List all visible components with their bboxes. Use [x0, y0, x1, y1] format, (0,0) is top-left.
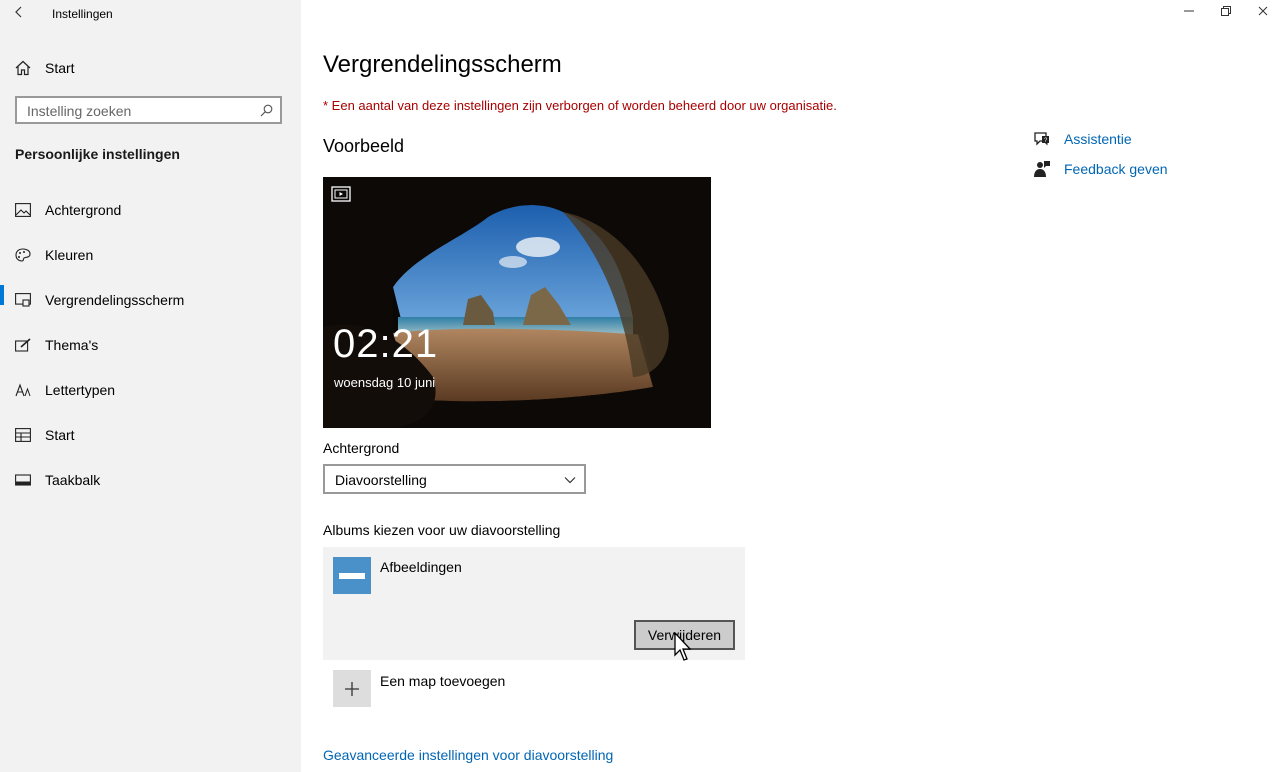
sidebar-item-themas[interactable]: Thema's — [0, 330, 301, 375]
chevron-down-icon — [564, 477, 576, 484]
search-placeholder: Instelling zoeken — [27, 103, 132, 119]
sidebar-item-label: Vergrendelingsscherm — [45, 292, 185, 308]
sidebar-item-achtergrond[interactable]: Achtergrond — [0, 195, 301, 240]
sidebar-item-label: Thema's — [45, 337, 99, 353]
sidebar-nav: Achtergrond Kleuren Vergrendelingsscherm… — [0, 195, 301, 510]
search-icon — [260, 104, 273, 117]
folder-icon — [333, 557, 371, 594]
add-folder-label[interactable]: Een map toevoegen — [380, 673, 505, 689]
dropdown-value: Diavoorstelling — [335, 472, 427, 488]
mouse-cursor-icon — [674, 632, 692, 661]
picture-icon — [15, 203, 31, 217]
font-icon — [15, 383, 31, 397]
preview-date: woensdag 10 juni — [334, 375, 436, 390]
help-assist-label: Assistentie — [1064, 131, 1132, 147]
preview-background-image — [323, 177, 711, 428]
sidebar-item-start[interactable]: Start — [0, 420, 301, 465]
sidebar-item-label: Lettertypen — [45, 382, 116, 398]
plus-icon — [345, 682, 359, 696]
start-menu-icon — [15, 428, 31, 442]
home-icon — [15, 60, 31, 76]
album-name: Afbeeldingen — [380, 559, 462, 575]
sidebar-item-vergrendelingsscherm[interactable]: Vergrendelingsscherm — [0, 285, 301, 330]
advanced-slideshow-link[interactable]: Geavanceerde instellingen voor diavoorst… — [323, 747, 613, 763]
home-label: Start — [45, 60, 75, 76]
preview-clock: 02:21 — [333, 322, 439, 366]
feedback-link[interactable]: Feedback geven — [1033, 160, 1168, 178]
background-label: Achtergrond — [323, 440, 400, 456]
sidebar-item-lettertypen[interactable]: Lettertypen — [0, 375, 301, 420]
theme-brush-icon — [15, 338, 31, 352]
chat-help-icon: ? — [1034, 132, 1049, 146]
slideshow-icon — [331, 186, 351, 202]
sidebar-item-label: Kleuren — [45, 247, 94, 263]
lock-screen-preview: 02:21 woensdag 10 juni — [323, 177, 711, 428]
back-arrow-icon[interactable] — [12, 4, 26, 20]
palette-icon — [15, 248, 31, 262]
sidebar-item-kleuren[interactable]: Kleuren — [0, 240, 301, 285]
preview-heading: Voorbeeld — [323, 136, 405, 156]
sidebar-item-label: Start — [45, 427, 75, 443]
minimize-icon[interactable] — [1181, 3, 1197, 19]
window-title: Instellingen — [52, 7, 113, 21]
feedback-icon — [1034, 161, 1050, 177]
restore-icon[interactable] — [1218, 3, 1234, 19]
feedback-label: Feedback geven — [1064, 161, 1168, 177]
sidebar-item-label: Achtergrond — [45, 202, 122, 218]
sidebar-item-taakbalk[interactable]: Taakbalk — [0, 465, 301, 510]
sidebar-item-label: Taakbalk — [45, 472, 101, 488]
sidebar: Instellingen Start Instelling zoeken Per… — [0, 0, 301, 772]
page-title: Vergrendelingsscherm — [323, 51, 562, 78]
add-folder-button[interactable] — [333, 670, 371, 707]
section-title: Persoonlijke instellingen — [15, 146, 180, 162]
close-icon[interactable] — [1255, 3, 1271, 19]
search-input[interactable]: Instelling zoeken — [15, 96, 282, 124]
taskbar-icon — [15, 474, 31, 486]
background-dropdown[interactable]: Diavoorstelling — [323, 464, 586, 494]
lock-screen-icon — [15, 293, 31, 307]
main-content: Vergrendelingsscherm * Een aantal van de… — [301, 0, 1280, 772]
home-link[interactable]: Start — [15, 58, 75, 78]
org-notice: * Een aantal van deze instellingen zijn … — [323, 98, 837, 113]
albums-label: Albums kiezen voor uw diavoorstelling — [323, 522, 561, 538]
help-assist-link[interactable]: ? Assistentie — [1033, 130, 1132, 148]
